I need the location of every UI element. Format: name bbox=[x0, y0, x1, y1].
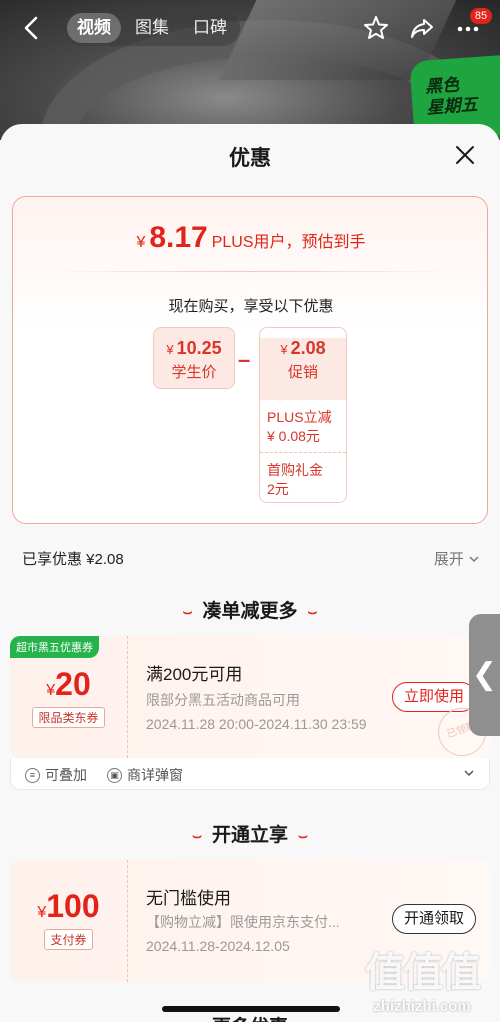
section2-title: 开通立享 bbox=[211, 825, 288, 846]
base-price-value: 10.25 bbox=[176, 338, 222, 358]
wing-right-icon: ⌣ bbox=[298, 828, 308, 845]
coupon-title: 无门槛使用 bbox=[146, 889, 231, 908]
enjoyed-discount: 已享优惠 ¥2.08 bbox=[22, 551, 124, 568]
minus-sign: – bbox=[238, 347, 251, 372]
wing-right-icon: ⌣ bbox=[307, 604, 318, 621]
wing-left-icon: ⌣ bbox=[192, 828, 202, 845]
coupon-corner-tag: 超市黑五优惠券 bbox=[10, 636, 99, 658]
discount-subtitle: 现在购买，享受以下优惠 bbox=[168, 298, 334, 315]
expand-label: 展开 bbox=[433, 551, 464, 568]
chevron-down-icon bbox=[463, 765, 475, 781]
coupon-footer: ≡ 可叠加 ▣ 商详弹窗 bbox=[10, 758, 490, 790]
coupon-date: 2024.11.28 20:00-2024.11.30 23:59 bbox=[146, 716, 367, 732]
popup-icon: ▣ bbox=[107, 767, 122, 783]
coupon-desc: 【购物立减】限使用京东支付... bbox=[146, 914, 340, 930]
coupon-value: ¥100 支付券 bbox=[10, 860, 128, 982]
section1-title: 凑单减更多 bbox=[202, 601, 298, 622]
stackable-info[interactable]: ≡ 可叠加 bbox=[25, 765, 87, 785]
coupon-amount: 100 bbox=[46, 888, 100, 924]
stack-icon: ≡ bbox=[25, 767, 40, 783]
side-collapse-handle[interactable]: ❮ bbox=[469, 614, 500, 736]
base-price-box: ¥10.25 学生价 bbox=[153, 327, 235, 389]
coupon-type-tag: 支付券 bbox=[44, 929, 93, 950]
coupon-desc: 限部分黑五活动商品可用 bbox=[146, 692, 300, 708]
promo-amount: 2.08 bbox=[290, 338, 326, 358]
watermark-url: zhizhizhi.com bbox=[373, 998, 471, 1015]
share-icon[interactable] bbox=[408, 14, 436, 42]
close-icon[interactable] bbox=[454, 144, 476, 166]
chevron-down-icon bbox=[468, 551, 480, 568]
sheet-header: 优惠 bbox=[0, 124, 500, 186]
final-price-currency: ¥ bbox=[136, 234, 146, 251]
chevron-left-icon: ❮ bbox=[471, 658, 498, 691]
section-title-membership: ⌣ 开通立享 ⌣ bbox=[0, 820, 500, 847]
cart-count-badge: 85 bbox=[470, 8, 492, 24]
coupon-type-tag: 限品类东券 bbox=[32, 707, 105, 728]
tab-reviews[interactable]: 口碑 bbox=[183, 13, 237, 43]
coupon-amount: 20 bbox=[55, 666, 91, 702]
promo-item-first-purchase: 首购礼金 2元 bbox=[260, 452, 346, 499]
price-breakdown-card: ¥8.17 PLUS用户，预估到手 现在购买，享受以下优惠 ¥10.25 学生价 … bbox=[12, 196, 488, 524]
final-price-value: 8.17 bbox=[149, 221, 208, 254]
promo-box: ¥2.08 促销 PLUS立减 ¥ 0.08元 首购礼金 2元 bbox=[259, 327, 347, 503]
site-watermark: 值值值 zhizhizhi.com bbox=[352, 940, 492, 1018]
coupon-currency: ¥ bbox=[37, 904, 47, 921]
coupon-date: 2024.11.28-2024.12.05 bbox=[146, 938, 290, 954]
home-indicator bbox=[162, 1006, 340, 1012]
detail-popup-label: 商详弹窗 bbox=[127, 767, 183, 783]
tab-gallery[interactable]: 图集 bbox=[125, 13, 179, 43]
coupon-card-supermarket: ¥20 限品类东券 超市黑五优惠券 满200元可用 限部分黑五活动商品可用 20… bbox=[10, 636, 493, 763]
base-price-currency: ¥ bbox=[166, 342, 174, 357]
section-title-more-savings: ⌣ 凑单减更多 ⌣ bbox=[0, 596, 500, 623]
final-price: ¥8.17 PLUS用户，预估到手 bbox=[13, 221, 489, 255]
final-price-desc: PLUS用户，预估到手 bbox=[211, 234, 366, 251]
divider bbox=[43, 271, 459, 272]
media-tabs: 视频 图集 口碑 bbox=[64, 10, 240, 46]
star-icon[interactable] bbox=[362, 14, 390, 42]
expand-toggle[interactable]: 展开 bbox=[434, 548, 480, 569]
back-icon[interactable] bbox=[18, 14, 46, 42]
promo-currency: ¥ bbox=[280, 342, 288, 357]
top-navbar: 视频 图集 口碑 85 bbox=[0, 0, 500, 56]
tab-video[interactable]: 视频 bbox=[67, 13, 121, 43]
activate-claim-button[interactable]: 开通领取 bbox=[392, 904, 476, 934]
coupon-currency: ¥ bbox=[46, 682, 56, 699]
watermark-logo: 值值值 bbox=[365, 951, 481, 995]
wing-left-icon: ⌣ bbox=[182, 604, 193, 621]
detail-popup-info[interactable]: ▣ 商详弹窗 bbox=[107, 765, 183, 785]
discount-sheet: 优惠 ¥8.17 PLUS用户，预估到手 现在购买，享受以下优惠 ¥10.25 学… bbox=[0, 124, 500, 1022]
sheet-title: 优惠 bbox=[229, 147, 271, 170]
stackable-label: 可叠加 bbox=[45, 767, 87, 783]
coupon-title: 满200元可用 bbox=[146, 665, 243, 684]
base-price-label: 学生价 bbox=[171, 364, 217, 381]
coupon-expand-chevron[interactable] bbox=[463, 765, 475, 781]
promo-label: 促销 bbox=[287, 364, 318, 381]
promo-item-plus: PLUS立减 ¥ 0.08元 bbox=[267, 409, 332, 444]
